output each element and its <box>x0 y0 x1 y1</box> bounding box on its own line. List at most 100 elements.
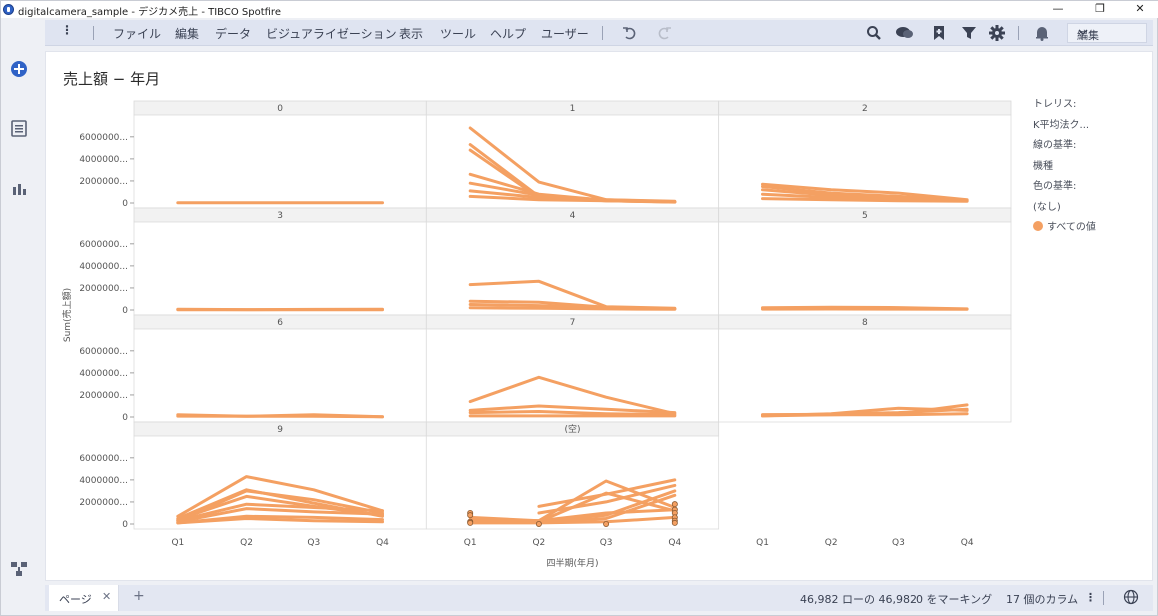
column-count: 17 個のカラム <box>1006 593 1079 606</box>
trellis-panel[interactable] <box>133 221 427 316</box>
close-tab-icon[interactable]: ✕ <box>102 590 111 603</box>
y-tick-label: 2000000... <box>79 498 128 508</box>
bookmark-icon[interactable] <box>930 24 948 42</box>
y-tick-label: 6000000... <box>79 347 128 357</box>
legend-item-label: すべての値 <box>1047 222 1096 233</box>
spotfire-window: digitalcamera_sample - デジカメ売上 - TIBCO Sp… <box>0 0 1158 616</box>
data-marker[interactable] <box>671 501 678 508</box>
data-marker[interactable] <box>603 520 610 527</box>
page-tab-label: ページ <box>59 593 92 606</box>
legend-color-value[interactable]: (なし) <box>1033 201 1143 222</box>
trellis-panel-label: 6 <box>277 318 283 328</box>
y-tick-label: 0 <box>122 199 128 209</box>
chevron-down-icon <box>1077 26 1141 41</box>
trellis-panel-label: 7 <box>570 318 576 328</box>
y-tick-label: 6000000... <box>79 133 128 143</box>
search-icon[interactable] <box>865 24 883 42</box>
restore-button[interactable]: ❐ <box>1083 1 1117 18</box>
y-tick-label: 6000000... <box>79 454 128 464</box>
globe-icon[interactable] <box>1123 589 1139 608</box>
series-line[interactable] <box>468 306 677 311</box>
window-title: digitalcamera_sample - デジカメ売上 - TIBCO Sp… <box>18 7 281 18</box>
menu-data[interactable]: データ <box>215 25 251 42</box>
legend-swatch <box>1033 221 1043 231</box>
menu-view[interactable]: 表示 <box>399 25 423 42</box>
trellis-panel[interactable] <box>133 114 427 209</box>
menu-user[interactable]: ユーザー <box>541 25 589 42</box>
collaboration-icon[interactable] <box>895 24 913 42</box>
status-more-icon[interactable]: ⋮ <box>1085 591 1096 604</box>
legend-trellis-value[interactable]: K平均法ク... <box>1033 119 1143 140</box>
filter-icon[interactable] <box>960 24 978 42</box>
notification-bell-icon[interactable] <box>1033 24 1051 42</box>
x-tick-label: Q3 <box>600 538 613 548</box>
menu-help[interactable]: ヘルプ <box>490 25 526 42</box>
y-tick-label: 2000000... <box>79 284 128 294</box>
trellis-panel-label: 3 <box>277 211 283 221</box>
data-marker[interactable] <box>535 520 542 527</box>
y-tick-label: 0 <box>122 413 128 423</box>
x-tick-label: Q4 <box>961 538 974 548</box>
y-tick-label: 6000000... <box>79 240 128 250</box>
trellis-panel[interactable] <box>133 328 427 423</box>
separator <box>602 26 603 40</box>
undo-icon[interactable] <box>621 24 639 42</box>
trellis-panel-label: (空) <box>564 423 580 435</box>
title-bar: digitalcamera_sample - デジカメ売上 - TIBCO Sp… <box>1 1 1158 18</box>
y-tick-label: 4000000... <box>79 262 128 272</box>
data-flow-icon[interactable] <box>9 559 29 579</box>
x-tick-label: Q1 <box>464 538 477 548</box>
x-tick-label: Q2 <box>825 538 838 548</box>
status-bar: ページ ✕ + 46,982 ローの 46,982 0 をマーキング 17 個の… <box>45 585 1153 611</box>
trellis-panel-label: 8 <box>862 318 868 328</box>
x-axis-title: 四半期(年月) <box>546 557 598 569</box>
data-marker[interactable] <box>467 512 474 519</box>
x-tick-label: Q2 <box>532 538 545 548</box>
spotfire-app-icon <box>3 4 14 15</box>
row-count: 46,982 ローの 46,982 <box>800 593 917 606</box>
menu-visualization[interactable]: ビジュアライゼーション <box>266 25 397 42</box>
x-tick-label: Q3 <box>892 538 905 548</box>
left-rail <box>1 18 37 615</box>
y-tick-label: 2000000... <box>79 177 128 187</box>
menu-tools[interactable]: ツール <box>440 25 476 42</box>
data-marker[interactable] <box>467 519 474 526</box>
gear-icon[interactable] <box>988 24 1006 42</box>
visualization-types-icon[interactable] <box>9 178 29 198</box>
close-button[interactable]: ✕ <box>1123 1 1157 18</box>
x-tick-label: Q4 <box>376 538 389 548</box>
redo-icon[interactable] <box>655 24 673 42</box>
series-line[interactable] <box>176 414 384 419</box>
legend-line-value[interactable]: 機種 <box>1033 160 1143 181</box>
x-tick-label: Q1 <box>756 538 769 548</box>
separator <box>1018 26 1019 40</box>
trellis-panel[interactable] <box>718 221 1012 316</box>
more-options-icon[interactable]: ⋮ <box>61 23 73 37</box>
add-icon[interactable] <box>9 59 29 79</box>
y-axis-title: Sum(売上額) <box>61 288 73 342</box>
trellis-panel-label: 5 <box>862 211 868 221</box>
x-tick-label: Q4 <box>668 538 681 548</box>
legend-color-label: 色の基準: <box>1033 181 1077 192</box>
y-tick-label: 0 <box>122 306 128 316</box>
legend-item[interactable]: すべての値 <box>1033 221 1143 242</box>
data-marker[interactable] <box>671 519 678 526</box>
data-panel-icon[interactable] <box>9 118 29 138</box>
add-page-button[interactable]: + <box>133 588 145 604</box>
y-tick-label: 0 <box>122 520 128 530</box>
trellis-line-chart[interactable]: 0 6000000... 4000000... 2000000... 0 1 2 3 60000… <box>46 52 1154 582</box>
series-line[interactable] <box>761 412 969 418</box>
page-tab[interactable]: ページ ✕ <box>49 585 119 611</box>
menu-file[interactable]: ファイル <box>113 25 161 42</box>
y-tick-label: 2000000... <box>79 391 128 401</box>
mode-dropdown[interactable]: 編集 <box>1067 23 1147 43</box>
separator <box>93 26 94 40</box>
trellis-panel-label: 0 <box>277 104 283 114</box>
legend: トレリス: K平均法ク... 線の基準: 機種 色の基準: (なし) すべての値 <box>1033 98 1143 242</box>
minimize-button[interactable]: — <box>1041 1 1075 18</box>
menu-bar: ⋮ ファイル 編集 データ ビジュアライゼーション 表示 ツール ヘルプ ユーザ… <box>45 20 1153 46</box>
visualization-canvas: 売上額 − 年月 0 6000000... 4000000... 2000000...… <box>45 51 1153 581</box>
menu-edit[interactable]: 編集 <box>175 25 199 42</box>
y-tick-label: 4000000... <box>79 476 128 486</box>
x-tick-label: Q2 <box>240 538 253 548</box>
